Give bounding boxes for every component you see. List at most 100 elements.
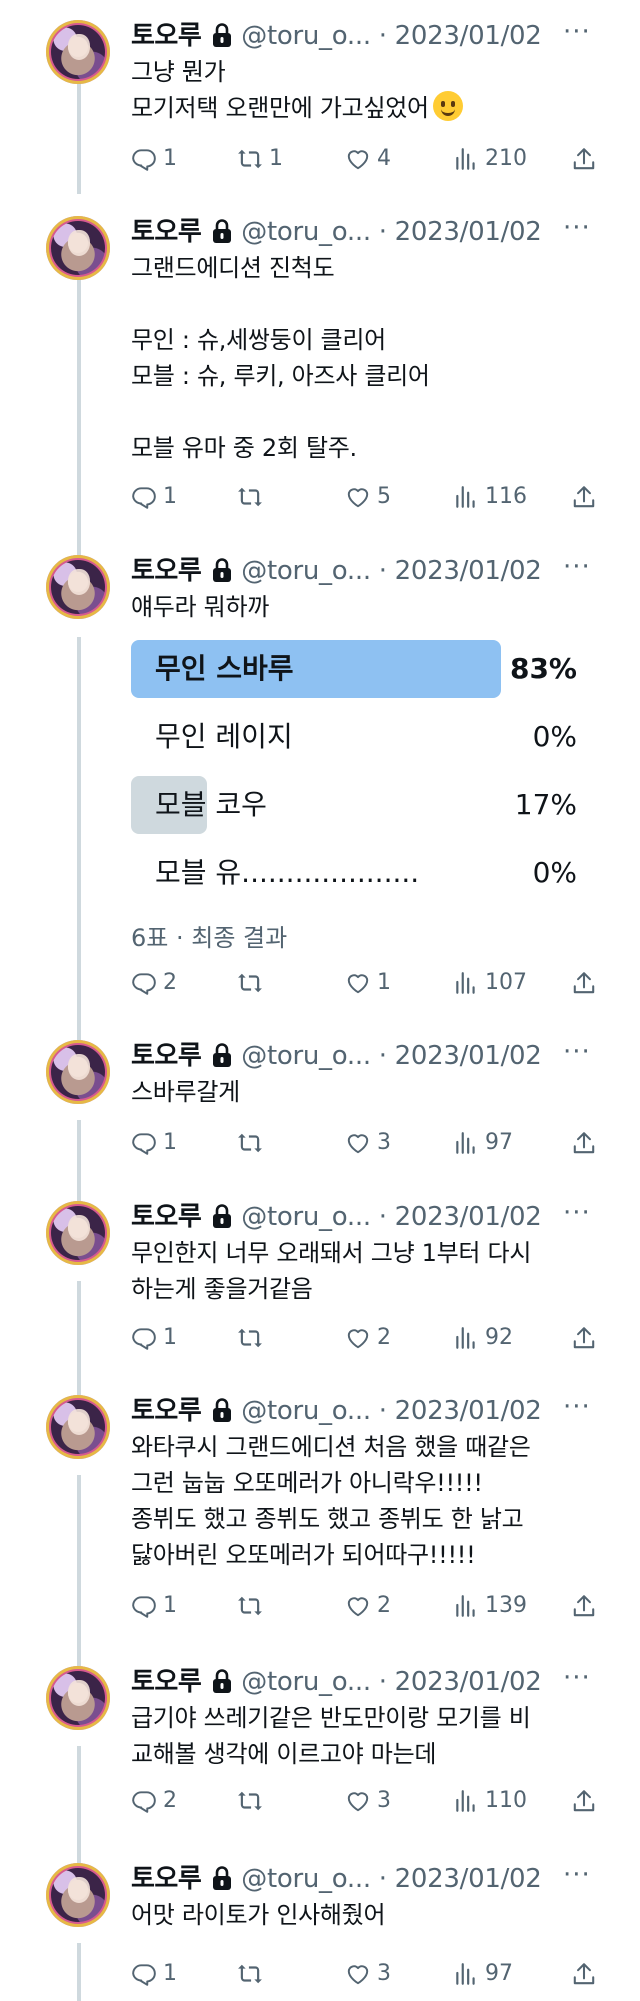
- poll-option-label: 모블 유....................: [155, 856, 420, 889]
- reply-button[interactable]: 1: [131, 144, 177, 174]
- reply-button[interactable]: 1: [131, 1323, 177, 1353]
- avatar[interactable]: [46, 216, 110, 280]
- share-button[interactable]: [571, 1786, 603, 1816]
- avatar[interactable]: [46, 1666, 110, 1730]
- views-button[interactable]: 107: [453, 968, 527, 998]
- avatar[interactable]: [46, 1863, 110, 1927]
- poll-option-label: 무인 레이지: [155, 720, 293, 753]
- handle-and-date[interactable]: @toru_o... · 2023/01/02: [241, 1863, 542, 1895]
- views-button[interactable]: 97: [453, 1959, 513, 1989]
- display-name[interactable]: 토오루: [131, 1040, 202, 1072]
- like-button[interactable]: 3: [345, 1128, 391, 1158]
- avatar[interactable]: [46, 555, 110, 619]
- tweet-text-content: 그냥 뭔가 모기저택 오랜만에 가고싶었어: [131, 58, 429, 122]
- display-name[interactable]: 토오루: [131, 216, 202, 248]
- handle-and-date[interactable]: @toru_o... · 2023/01/02: [241, 20, 542, 52]
- reply-button[interactable]: 1: [131, 1128, 177, 1158]
- view-count: 107: [485, 970, 527, 995]
- reply-button[interactable]: 1: [131, 482, 177, 512]
- tweet-text: 어맛 라이토가 인사해줬어: [131, 1901, 386, 1929]
- avatar[interactable]: [46, 1040, 110, 1104]
- more-options-icon[interactable]: ···: [563, 1391, 591, 1423]
- retweet-button[interactable]: [237, 1786, 269, 1816]
- views-button[interactable]: 210: [453, 144, 527, 174]
- tweet-text: 급기야 쓰레기같은 반도만이랑 모기를 비 교해볼 생각에 이르고야 마는데: [131, 1704, 531, 1768]
- more-options-icon[interactable]: ···: [563, 16, 591, 48]
- handle-and-date[interactable]: @toru_o... · 2023/01/02: [241, 1201, 542, 1233]
- thread-line: [77, 1120, 81, 1201]
- views-button[interactable]: 92: [453, 1323, 513, 1353]
- reply-button[interactable]: 2: [131, 968, 177, 998]
- share-button[interactable]: [571, 1591, 603, 1621]
- poll-option-percent: 17%: [514, 788, 577, 821]
- tweet-header: 토오루 @toru_o... · 2023/01/02 ···: [131, 1860, 601, 1895]
- display-name[interactable]: 토오루: [131, 555, 202, 587]
- avatar[interactable]: [46, 1395, 110, 1459]
- avatar[interactable]: [46, 1201, 110, 1265]
- views-button[interactable]: 110: [453, 1786, 527, 1816]
- like-button[interactable]: 4: [345, 144, 391, 174]
- reply-count: 2: [163, 970, 177, 995]
- reply-icon: [131, 1961, 157, 1987]
- handle-and-date[interactable]: @toru_o... · 2023/01/02: [241, 216, 542, 248]
- views-button[interactable]: 116: [453, 482, 527, 512]
- tweet-actions: 2 3 110: [131, 1786, 601, 1816]
- view-count: 116: [485, 484, 527, 509]
- handle-and-date[interactable]: @toru_o... · 2023/01/02: [241, 1395, 542, 1427]
- retweet-button[interactable]: [237, 1959, 269, 1989]
- more-options-icon[interactable]: ···: [563, 1036, 591, 1068]
- avatar[interactable]: [46, 20, 110, 84]
- thread-line: [77, 274, 81, 557]
- tweet-actions: 1 3 97: [131, 1959, 601, 1989]
- reply-button[interactable]: 1: [131, 1591, 177, 1621]
- share-button[interactable]: [571, 1323, 603, 1353]
- share-button[interactable]: [571, 1959, 603, 1989]
- share-button[interactable]: [571, 1128, 603, 1158]
- share-icon: [571, 1788, 597, 1814]
- thread-line: [77, 1943, 81, 2001]
- views-button[interactable]: 97: [453, 1128, 513, 1158]
- views-button[interactable]: 139: [453, 1591, 527, 1621]
- like-button[interactable]: 2: [345, 1323, 391, 1353]
- reply-icon: [131, 970, 157, 996]
- display-name[interactable]: 토오루: [131, 1201, 202, 1233]
- more-options-icon[interactable]: ···: [563, 1662, 591, 1694]
- retweet-button[interactable]: [237, 482, 269, 512]
- heart-icon: [345, 484, 371, 510]
- display-name[interactable]: 토오루: [131, 1666, 202, 1698]
- tweet-header: 토오루 @toru_o... · 2023/01/02 ···: [131, 552, 601, 587]
- tweet-header: 토오루 @toru_o... · 2023/01/02 ···: [131, 1037, 601, 1072]
- more-options-icon[interactable]: ···: [563, 212, 591, 244]
- display-name[interactable]: 토오루: [131, 20, 202, 52]
- like-button[interactable]: 1: [345, 968, 391, 998]
- share-button[interactable]: [571, 482, 603, 512]
- reply-button[interactable]: 1: [131, 1959, 177, 1989]
- like-button[interactable]: 2: [345, 1591, 391, 1621]
- display-name[interactable]: 토오루: [131, 1395, 202, 1427]
- reply-icon: [131, 1593, 157, 1619]
- retweet-button[interactable]: [237, 1323, 269, 1353]
- view-count: 210: [485, 146, 527, 171]
- like-button[interactable]: 3: [345, 1959, 391, 1989]
- retweet-button[interactable]: 1: [237, 144, 283, 174]
- reply-count: 1: [163, 1130, 177, 1155]
- handle-and-date[interactable]: @toru_o... · 2023/01/02: [241, 1666, 542, 1698]
- heart-icon: [345, 1788, 371, 1814]
- retweet-button[interactable]: [237, 968, 269, 998]
- retweet-button[interactable]: [237, 1128, 269, 1158]
- like-button[interactable]: 5: [345, 482, 391, 512]
- reply-button[interactable]: 2: [131, 1786, 177, 1816]
- handle-and-date[interactable]: @toru_o... · 2023/01/02: [241, 1040, 542, 1072]
- more-options-icon[interactable]: ···: [563, 1197, 591, 1229]
- like-count: 2: [377, 1325, 391, 1350]
- handle-and-date[interactable]: @toru_o... · 2023/01/02: [241, 555, 542, 587]
- share-button[interactable]: [571, 144, 603, 174]
- more-options-icon[interactable]: ···: [563, 1859, 591, 1891]
- display-name[interactable]: 토오루: [131, 1863, 202, 1895]
- like-button[interactable]: 3: [345, 1786, 391, 1816]
- share-button[interactable]: [571, 968, 603, 998]
- like-count: 3: [377, 1788, 391, 1813]
- more-options-icon[interactable]: ···: [563, 551, 591, 583]
- view-count: 97: [485, 1961, 513, 1986]
- retweet-button[interactable]: [237, 1591, 269, 1621]
